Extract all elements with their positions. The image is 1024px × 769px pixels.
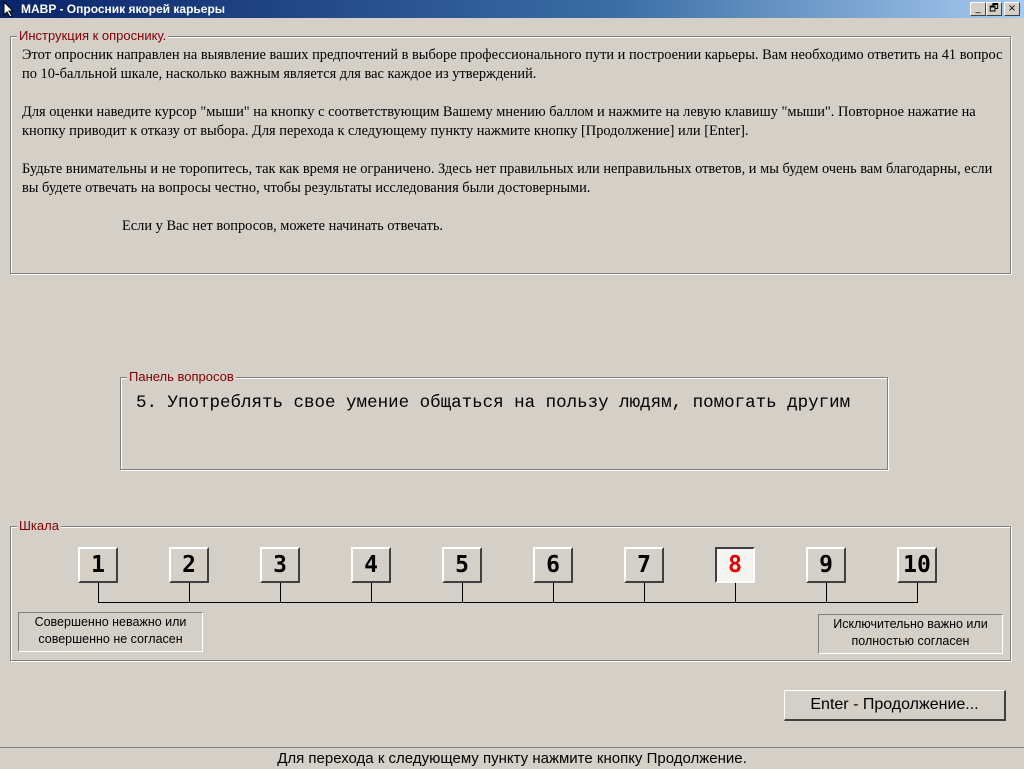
scale-low-label: Совершенно неважно или совершенно не сог… xyxy=(18,612,203,652)
question-panel: Панель вопросов xyxy=(120,369,888,470)
scale-tick xyxy=(553,583,554,603)
scale-legend: Шкала xyxy=(17,518,61,533)
scale-button-3[interactable]: 3 xyxy=(260,547,300,583)
instructions-closing: Если у Вас нет вопросов, можете начинать… xyxy=(122,218,444,234)
restore-button[interactable]: 🗗 xyxy=(986,2,1002,16)
scale-tick xyxy=(98,583,99,603)
question-text-block: 5. Употреблять свое умение общаться на п… xyxy=(136,392,856,415)
scale-button-7[interactable]: 7 xyxy=(624,547,664,583)
scale-button-9[interactable]: 9 xyxy=(806,547,846,583)
scale-tick xyxy=(280,583,281,603)
scale-tick xyxy=(735,583,736,603)
window-title: MABP - Опросник якорей карьеры xyxy=(21,2,226,16)
instructions-paragraph-2: Для оценки наведите курсор "мыши" на кно… xyxy=(22,104,976,139)
scale-tick xyxy=(189,583,190,603)
scale-connector-line xyxy=(98,602,917,603)
scale-tick xyxy=(644,583,645,603)
continue-button[interactable]: Enter - Продолжение... xyxy=(784,690,1006,721)
scale-button-10[interactable]: 10 xyxy=(897,547,937,583)
scale-button-2[interactable]: 2 xyxy=(169,547,209,583)
question-panel-legend: Панель вопросов xyxy=(127,369,236,384)
instructions-paragraph-1: Этот опросник направлен на выявление ваш… xyxy=(22,47,1003,82)
scale-tick xyxy=(826,583,827,603)
app-icon xyxy=(3,1,15,17)
question-text: Употреблять свое умение общаться на поль… xyxy=(167,393,851,413)
scale-tick xyxy=(462,583,463,603)
scale-tick xyxy=(917,583,918,603)
scale-high-label: Исключительно важно или полностью соглас… xyxy=(818,614,1003,654)
minimize-button[interactable]: _ xyxy=(970,2,986,16)
question-number: 5. xyxy=(136,393,158,413)
scale-button-6[interactable]: 6 xyxy=(533,547,573,583)
scale-button-5[interactable]: 5 xyxy=(442,547,482,583)
instructions-legend: Инструкция к опроснику. xyxy=(17,28,169,43)
scale-tick xyxy=(371,583,372,603)
close-button[interactable]: × xyxy=(1004,2,1020,16)
instructions-paragraph-3: Будьте внимательны и не торопитесь, так … xyxy=(22,161,993,196)
title-bar[interactable]: MABP - Опросник якорей карьеры _ 🗗 × xyxy=(0,0,1024,18)
status-bar: Для перехода к следующему пункту нажмите… xyxy=(0,747,1024,768)
scale-button-8[interactable]: 8 xyxy=(715,547,755,583)
scale-button-4[interactable]: 4 xyxy=(351,547,391,583)
scale-button-1[interactable]: 1 xyxy=(78,547,118,583)
